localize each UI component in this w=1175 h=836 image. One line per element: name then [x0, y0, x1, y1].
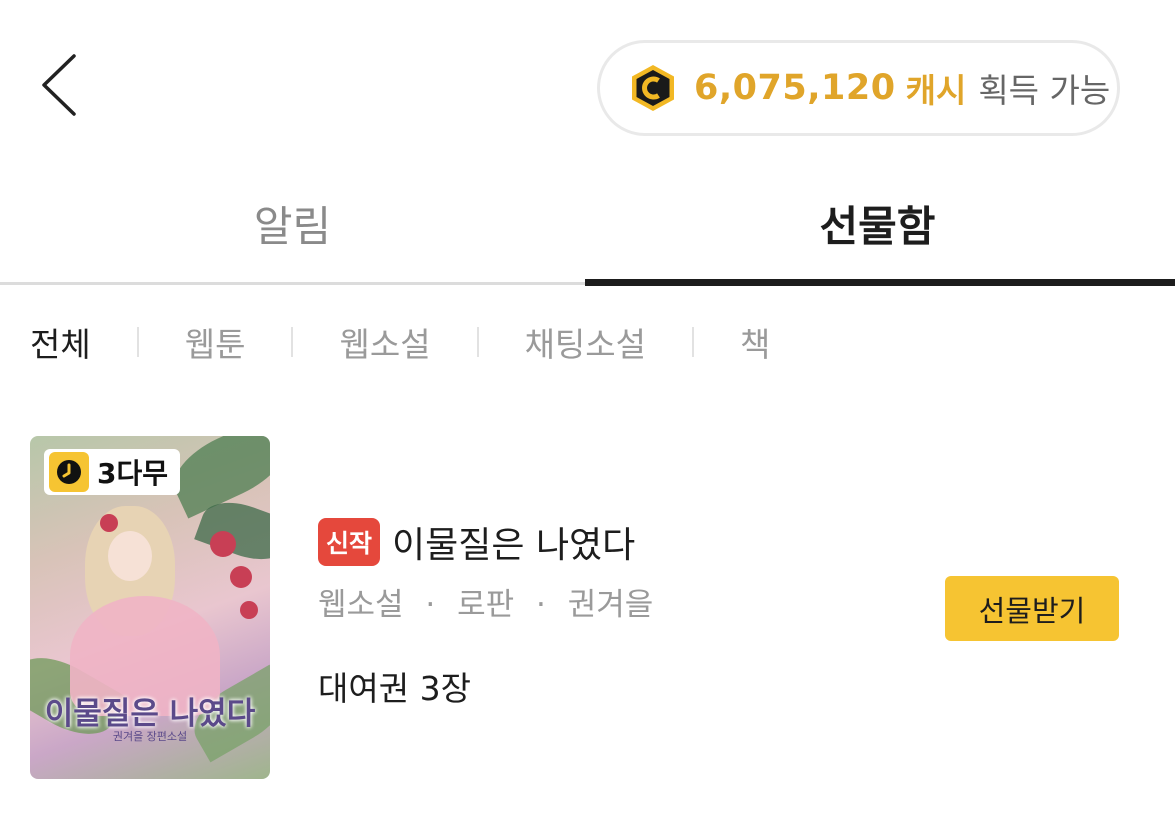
- cover-subtitle-art: 권겨을 장편소설: [112, 730, 188, 743]
- filter-separator: [291, 327, 294, 357]
- cover-character-face: [108, 531, 152, 581]
- category-filter-bar: 전체 웹툰 웹소설 채팅소설 책: [30, 312, 770, 372]
- chevron-left-icon: [42, 54, 76, 116]
- item-genre: 로판: [457, 587, 515, 623]
- filter-separator: [476, 327, 479, 357]
- new-badge: 신작: [318, 518, 381, 566]
- cash-unit: 캐시: [905, 71, 967, 110]
- cover-rose: [230, 566, 252, 588]
- wait-free-label: 3다무: [97, 457, 169, 490]
- cash-amount: 6,075,120: [694, 68, 896, 108]
- meta-separator: ·: [425, 587, 436, 623]
- tab-active-indicator: [585, 279, 1175, 286]
- cash-suffix: 획득 가능: [978, 71, 1111, 110]
- cover-title-art: 이물질은 나였다: [44, 696, 256, 732]
- filter-all[interactable]: 전체: [30, 318, 91, 366]
- filter-webtoon[interactable]: 웹툰: [185, 318, 246, 366]
- filter-separator: [692, 327, 695, 357]
- cash-coin-icon: [632, 65, 674, 111]
- cover-rose: [100, 514, 118, 532]
- filter-chat-novel[interactable]: 채팅소설: [525, 318, 646, 366]
- cash-earnable-pill[interactable]: 6,075,120 캐시 획득 가능: [597, 40, 1120, 136]
- wait-free-badge: 3다무: [44, 449, 180, 495]
- clock-icon: [57, 460, 81, 484]
- back-button[interactable]: [36, 50, 86, 120]
- meta-separator: ·: [536, 587, 546, 623]
- main-tabs: 알림 선물함: [0, 160, 1175, 286]
- item-author: 권겨을: [567, 587, 654, 623]
- filter-book[interactable]: 책: [740, 318, 770, 366]
- claim-gift-button[interactable]: 선물받기: [945, 576, 1119, 641]
- item-meta: 웹소설 · 로판 · 권겨을: [318, 579, 653, 624]
- item-title: 이물질은 나였다: [392, 525, 636, 566]
- tab-notice[interactable]: 알림: [0, 160, 585, 286]
- tab-divider: [0, 282, 585, 285]
- item-ticket-count: 대여권 3장: [318, 669, 471, 708]
- item-category: 웹소설: [318, 587, 404, 623]
- filter-webnovel[interactable]: 웹소설: [339, 318, 430, 366]
- tab-giftbox[interactable]: 선물함: [585, 160, 1170, 286]
- item-title-row[interactable]: 신작 이물질은 나였다: [318, 516, 635, 568]
- clock-icon-box: [49, 452, 89, 492]
- cover-rose: [210, 531, 236, 557]
- filter-separator: [136, 327, 139, 357]
- cover-rose: [240, 601, 258, 619]
